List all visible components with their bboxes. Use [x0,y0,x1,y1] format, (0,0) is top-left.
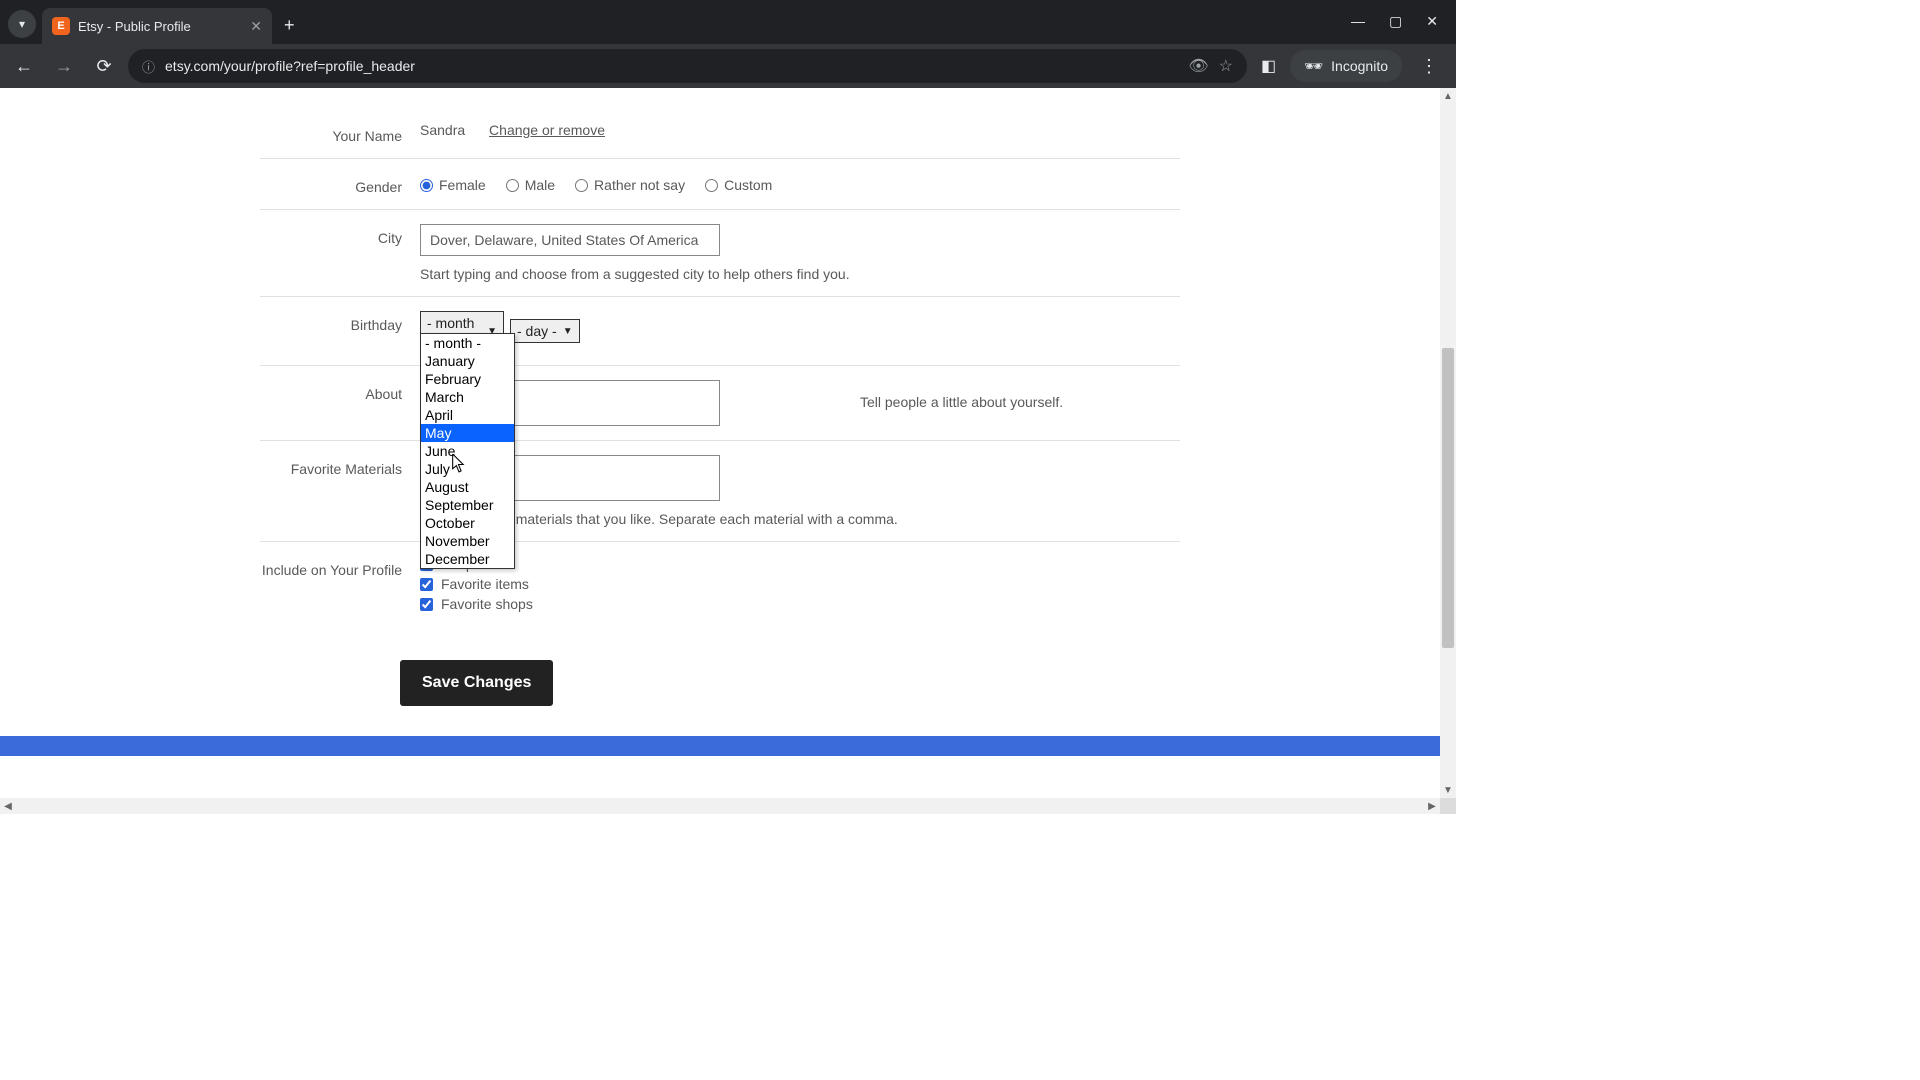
tab-title: Etsy - Public Profile [78,19,191,34]
label-birthday: Birthday [260,311,420,333]
chevron-down-icon: ▼ [563,326,573,337]
row-name: Your Name Sandra Change or remove [260,108,1180,158]
radio-custom-label: Custom [724,177,772,193]
check-fav-shops-input[interactable] [420,598,433,611]
radio-rather-input[interactable] [575,179,588,192]
row-materials: Favorite Materials Share up to 13 materi… [260,440,1180,541]
month-option[interactable]: October [421,514,514,532]
row-include: Include on Your Profile Shop Favorite it… [260,541,1180,630]
scroll-left-icon[interactable]: ◀ [0,798,16,814]
site-info-icon[interactable]: ⓘ [142,57,155,76]
new-tab-button[interactable]: + [272,15,307,44]
maximize-icon[interactable]: ▢ [1389,13,1402,30]
toolbar: ← → ⟳ ⓘ etsy.com/your/profile?ref=profil… [0,44,1456,88]
radio-custom-input[interactable] [705,179,718,192]
month-option[interactable]: August [421,478,514,496]
month-option[interactable]: November [421,532,514,550]
radio-rather-not-say[interactable]: Rather not say [575,177,685,193]
bookmark-icon[interactable]: ☆ [1219,56,1233,76]
save-button[interactable]: Save Changes [400,660,553,706]
scroll-right-icon[interactable]: ▶ [1424,798,1440,814]
radio-rather-label: Rather not say [594,177,685,193]
radio-custom[interactable]: Custom [705,177,772,193]
browser-tab[interactable]: E Etsy - Public Profile ✕ [42,8,272,44]
city-input[interactable] [420,224,720,256]
minimize-icon[interactable]: ― [1351,13,1365,30]
check-shop[interactable]: Shop [420,556,1180,572]
check-fav-items-input[interactable] [420,578,433,591]
check-fav-items-label: Favorite items [441,576,529,592]
change-name-link[interactable]: Change or remove [489,122,605,138]
radio-female-label: Female [439,177,486,193]
city-hint: Start typing and choose from a suggested… [420,266,1180,282]
row-city: City Start typing and choose from a sugg… [260,209,1180,296]
check-fav-items[interactable]: Favorite items [420,576,1180,592]
radio-male[interactable]: Male [506,177,555,193]
close-tab-icon[interactable]: ✕ [250,18,262,35]
etsy-favicon: E [52,17,70,35]
footer-band [0,736,1440,756]
incognito-icon: 🕶 [1304,57,1323,75]
month-option[interactable]: March [421,388,514,406]
label-gender: Gender [260,173,420,195]
label-include: Include on Your Profile [260,556,420,578]
month-option[interactable]: May [421,424,514,442]
month-dropdown[interactable]: - month -JanuaryFebruaryMarchAprilMayJun… [420,333,515,569]
radio-female[interactable]: Female [420,177,486,193]
row-about: About Tell people a little about yoursel… [260,365,1180,440]
browser-menu-icon[interactable]: ⋮ [1410,56,1448,77]
row-gender: Gender Female Male Rather not say Custom [260,158,1180,209]
check-fav-shops-label: Favorite shops [441,596,533,612]
profile-form: Your Name Sandra Change or remove Gender… [220,88,1220,726]
month-option[interactable]: September [421,496,514,514]
month-option[interactable]: December [421,550,514,568]
check-fav-shops[interactable]: Favorite shops [420,596,1180,612]
radio-male-input[interactable] [506,179,519,192]
tab-strip: ▾ E Etsy - Public Profile ✕ + ― ▢ ✕ [0,0,1456,44]
materials-hint: Share up to 13 materials that you like. … [420,511,1180,527]
scroll-down-icon[interactable]: ▼ [1440,782,1456,798]
name-value: Sandra [420,122,465,138]
close-window-icon[interactable]: ✕ [1426,13,1438,30]
url-text: etsy.com/your/profile?ref=profile_header [165,58,1178,74]
month-option[interactable]: February [421,370,514,388]
forward-button[interactable]: → [48,50,80,82]
incognito-label: Incognito [1331,58,1388,74]
scrollbar-thumb[interactable] [1442,348,1454,648]
reload-button[interactable]: ⟳ [88,50,120,82]
tab-search-button[interactable]: ▾ [8,10,36,38]
label-city: City [260,224,420,246]
month-option[interactable]: January [421,352,514,370]
about-hint: Tell people a little about yourself. [860,394,1063,410]
scroll-corner [1440,798,1456,814]
month-option[interactable]: - month - [421,334,514,352]
address-bar[interactable]: ⓘ etsy.com/your/profile?ref=profile_head… [128,49,1247,83]
radio-male-label: Male [525,177,555,193]
eye-off-icon[interactable]: 👁 [1188,56,1208,76]
month-option[interactable]: July [421,460,514,478]
label-about: About [260,380,420,402]
month-option[interactable]: June [421,442,514,460]
label-name: Your Name [260,122,420,144]
scroll-up-icon[interactable]: ▲ [1440,88,1456,104]
incognito-badge[interactable]: 🕶 Incognito [1290,50,1402,82]
month-option[interactable]: April [421,406,514,424]
row-birthday: Birthday - month - ▼ - day - ▼ [260,296,1180,365]
radio-female-input[interactable] [420,179,433,192]
side-panel-icon[interactable]: ◧ [1255,56,1282,76]
day-select-value: - day - [517,323,557,339]
horizontal-scrollbar[interactable]: ◀ ▶ [0,798,1440,814]
label-materials: Favorite Materials [260,455,420,477]
back-button[interactable]: ← [8,50,40,82]
vertical-scrollbar[interactable]: ▲ ▼ [1440,88,1456,798]
day-select[interactable]: - day - ▼ [510,319,580,343]
